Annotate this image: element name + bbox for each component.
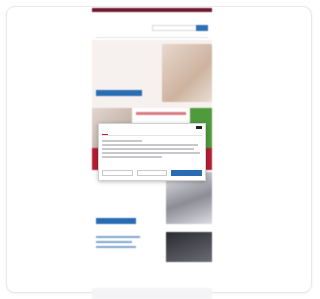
section-button[interactable] <box>96 218 136 224</box>
promo-text <box>136 112 186 115</box>
bottom-section <box>92 228 212 288</box>
consent-buttons <box>102 170 203 176</box>
hero-section <box>92 40 212 108</box>
text-line <box>96 236 140 238</box>
deny-button[interactable] <box>102 170 133 176</box>
search-button[interactable] <box>196 25 208 31</box>
text-line <box>96 241 132 243</box>
text-line <box>96 246 136 248</box>
accept-button[interactable] <box>171 170 203 176</box>
consent-text <box>102 140 202 160</box>
header-divider <box>96 37 208 38</box>
tab-consent[interactable] <box>102 130 108 135</box>
close-icon[interactable] <box>196 126 202 129</box>
site-header <box>92 12 212 40</box>
hero-button[interactable] <box>96 90 142 96</box>
consent-tabs <box>102 130 202 136</box>
bottom-image <box>166 232 212 262</box>
cookie-consent-dialog <box>98 123 206 181</box>
tab-details[interactable] <box>149 130 155 135</box>
settings-button[interactable] <box>136 170 168 176</box>
hero-image <box>162 44 212 102</box>
tab-about[interactable] <box>196 130 202 135</box>
